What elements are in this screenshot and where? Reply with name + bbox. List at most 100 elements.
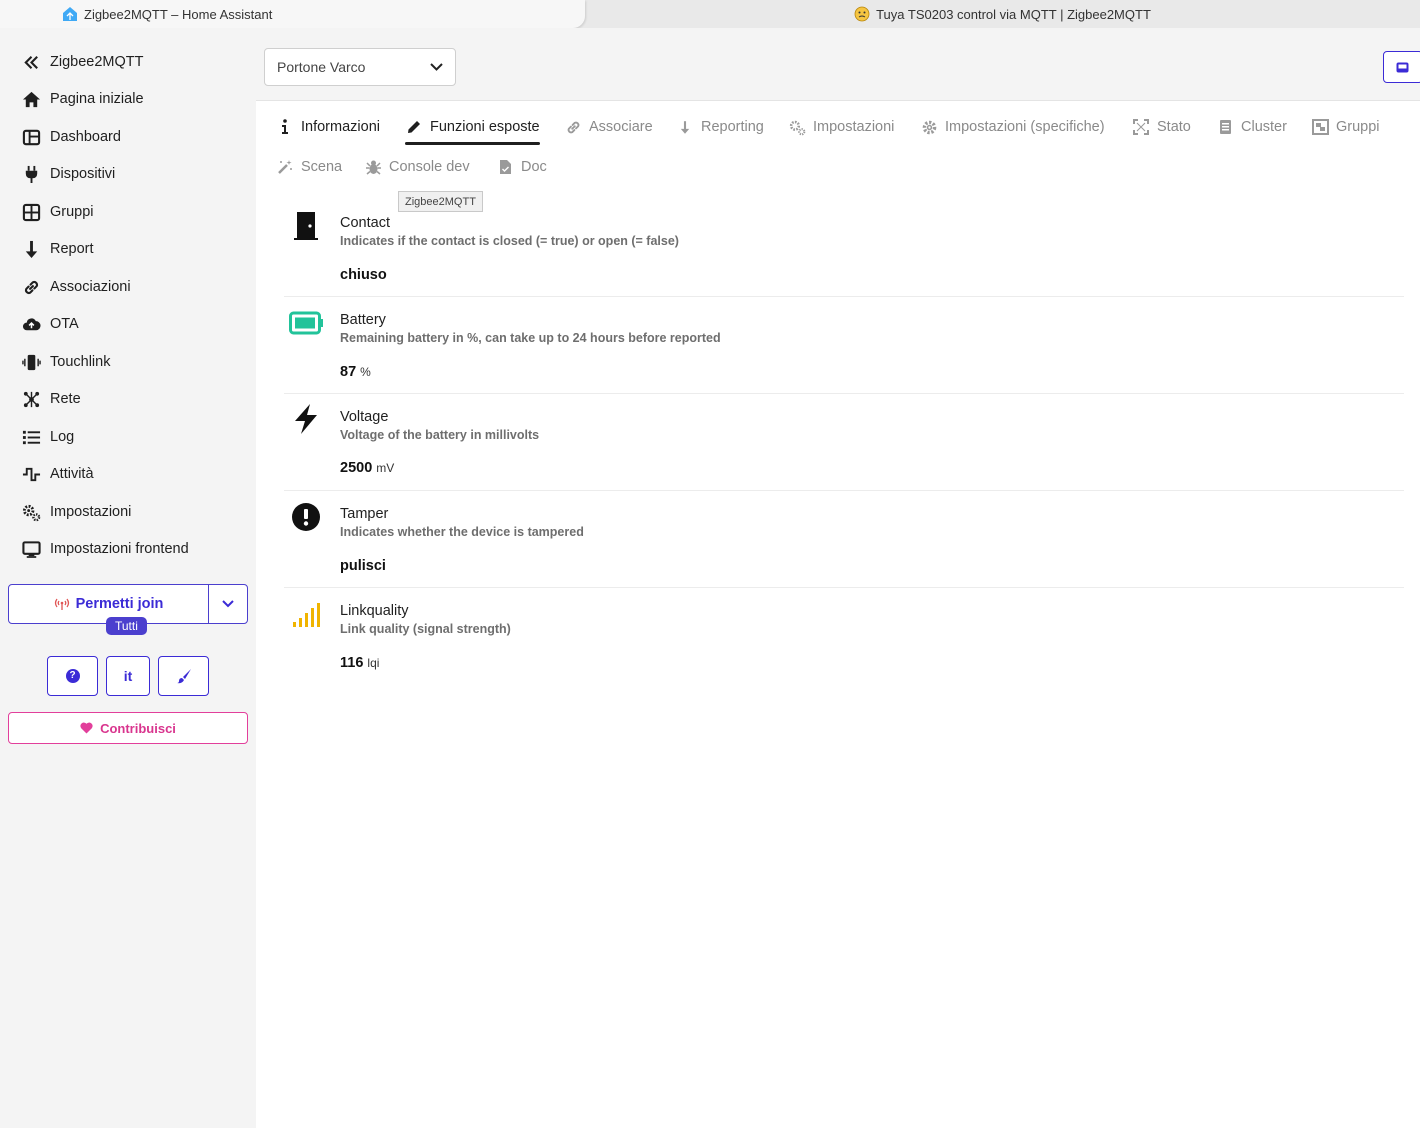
sidebar-item-touchlink[interactable]: Touchlink bbox=[20, 347, 110, 377]
inbox-icon bbox=[1396, 62, 1409, 73]
theme-button[interactable] bbox=[158, 656, 209, 696]
battery-full-icon bbox=[288, 307, 324, 339]
tab-label: Reporting bbox=[701, 119, 764, 135]
heart-icon bbox=[80, 722, 93, 734]
chevron-down-icon bbox=[222, 600, 234, 608]
tab-settings[interactable]: Impostazioni bbox=[788, 114, 894, 140]
tab-label: Stato bbox=[1157, 119, 1191, 135]
tab-settings-specific[interactable]: Impostazioni (specifiche) bbox=[920, 114, 1105, 140]
network-icon bbox=[20, 388, 42, 410]
feature-value: chiuso bbox=[340, 267, 387, 283]
sidebar-item-label: Dispositivi bbox=[50, 166, 116, 182]
sidebar-item-label: Dashboard bbox=[50, 129, 121, 145]
tab-cluster[interactable]: Cluster bbox=[1216, 114, 1287, 140]
feature-name: Contact bbox=[340, 215, 390, 231]
tab-label: Informazioni bbox=[301, 119, 380, 135]
sidebar-item-label: Log bbox=[50, 429, 75, 445]
sidebar-item-ota[interactable]: OTA bbox=[20, 309, 79, 339]
dashboard-icon bbox=[20, 126, 42, 148]
feature-name: Battery bbox=[340, 312, 386, 328]
tab-bind[interactable]: Associare bbox=[564, 114, 653, 140]
top-bar: Portone Varco bbox=[256, 28, 1420, 101]
phone-vibrate-icon bbox=[20, 351, 42, 373]
inbox-button[interactable] bbox=[1383, 51, 1420, 83]
file-icon bbox=[496, 158, 514, 176]
sidebar-item-devices[interactable]: Dispositivi bbox=[20, 159, 115, 189]
browser-tab-zigbee-docs[interactable]: Tuya TS0203 control via MQTT | Zigbee2MQ… bbox=[585, 0, 1420, 28]
tab-information[interactable]: Informazioni bbox=[276, 114, 380, 140]
browser-tab-home-assistant[interactable]: Zigbee2MQTT – Home Assistant bbox=[0, 0, 585, 28]
permit-join-dropdown[interactable] bbox=[209, 585, 247, 623]
sidebar-item-label: Associazioni bbox=[50, 279, 131, 295]
feature-tamper: Tamper Indicates whether the device is t… bbox=[284, 500, 1404, 588]
browser-tab-title: Tuya TS0203 control via MQTT | Zigbee2MQ… bbox=[876, 6, 1151, 22]
sidebar-item-frontend-settings[interactable]: Impostazioni frontend bbox=[20, 534, 189, 564]
browser-tab-bar: Zigbee2MQTT – Home Assistant Tuya TS0203… bbox=[0, 0, 1420, 28]
sidebar-item-label: OTA bbox=[50, 316, 79, 332]
pencil-icon bbox=[405, 118, 423, 136]
tab-docs[interactable]: Doc bbox=[496, 154, 547, 180]
sidebar-item-label: Touchlink bbox=[50, 354, 111, 370]
arrow-down-icon bbox=[20, 238, 42, 260]
sidebar-item-home[interactable]: Pagina iniziale bbox=[20, 84, 144, 114]
chevron-down-icon bbox=[430, 63, 443, 71]
feature-description: Indicates if the contact is closed (= tr… bbox=[340, 234, 679, 248]
chevron-double-left-icon bbox=[20, 51, 42, 73]
help-button[interactable]: ? bbox=[47, 656, 98, 696]
main-content: Portone Varco Informazioni Funzioni espo… bbox=[256, 28, 1420, 1128]
antenna-icon bbox=[54, 597, 70, 611]
tab-label: Cluster bbox=[1241, 119, 1287, 135]
pulse-icon bbox=[20, 463, 42, 485]
document-icon bbox=[1216, 118, 1234, 136]
tab-dev-console[interactable]: Console dev bbox=[364, 154, 470, 180]
monitor-icon bbox=[20, 538, 42, 560]
sidebar-item-activity[interactable]: Attività bbox=[20, 459, 94, 489]
sidebar-item-settings[interactable]: Impostazioni bbox=[20, 497, 131, 527]
sidebar-item-label: Zigbee2MQTT bbox=[50, 54, 144, 70]
door-icon bbox=[290, 210, 322, 242]
permit-join-target-badge: Tutti bbox=[106, 617, 147, 635]
feature-name: Tamper bbox=[340, 506, 389, 522]
tab-reporting[interactable]: Reporting bbox=[676, 114, 764, 140]
list-icon bbox=[20, 426, 42, 448]
sidebar-item-zigbee2mqtt[interactable]: Zigbee2MQTT bbox=[20, 47, 143, 77]
tab-state[interactable]: Stato bbox=[1132, 114, 1191, 140]
expand-icon bbox=[1132, 118, 1150, 136]
feature-value: 2500 mV bbox=[340, 460, 395, 476]
sidebar-item-dashboard[interactable]: Dashboard bbox=[20, 122, 121, 152]
sidebar-item-label: Impostazioni bbox=[50, 504, 132, 520]
exclamation-circle-icon bbox=[290, 501, 322, 533]
object-group-icon bbox=[1311, 118, 1329, 136]
info-icon bbox=[276, 118, 294, 136]
cogs-icon bbox=[20, 501, 42, 523]
gear-icon bbox=[920, 118, 938, 136]
tab-groups[interactable]: Gruppi bbox=[1311, 114, 1380, 140]
sidebar-item-log[interactable]: Log bbox=[20, 422, 74, 452]
feature-value: pulisci bbox=[340, 558, 386, 574]
device-select[interactable]: Portone Varco bbox=[264, 48, 456, 86]
feature-linkquality: Linkquality Link quality (signal strengt… bbox=[284, 597, 1404, 684]
tab-label: Funzioni esposte bbox=[430, 119, 540, 135]
arrow-down-icon bbox=[676, 118, 694, 136]
tab-label: Scena bbox=[301, 159, 343, 175]
sidebar-item-label: Pagina iniziale bbox=[50, 91, 144, 107]
contribute-button[interactable]: Contribuisci bbox=[8, 712, 248, 744]
question-circle-icon: ? bbox=[65, 669, 80, 683]
emoji-face-icon bbox=[854, 6, 870, 22]
sidebar: Zigbee2MQTT Pagina iniziale Dashboard Di… bbox=[0, 28, 256, 1128]
sidebar-item-bindings[interactable]: Associazioni bbox=[20, 272, 131, 302]
language-button[interactable]: it bbox=[106, 656, 150, 696]
tab-exposes[interactable]: Funzioni esposte bbox=[405, 114, 540, 140]
feature-battery: Battery Remaining battery in %, can take… bbox=[284, 306, 1404, 394]
sidebar-item-label: Gruppi bbox=[50, 204, 94, 220]
sidebar-item-report[interactable]: Report bbox=[20, 234, 94, 264]
sidebar-item-groups[interactable]: Gruppi bbox=[20, 197, 94, 227]
tab-scene[interactable]: Scena bbox=[276, 154, 342, 180]
sidebar-item-label: Impostazioni frontend bbox=[50, 541, 189, 557]
active-tab-indicator bbox=[405, 142, 540, 145]
feature-description: Indicates whether the device is tampered bbox=[340, 525, 584, 539]
feature-name: Linkquality bbox=[340, 603, 409, 619]
sidebar-item-network[interactable]: Rete bbox=[20, 384, 81, 414]
feature-description: Link quality (signal strength) bbox=[340, 622, 511, 636]
grid-icon bbox=[20, 201, 42, 223]
